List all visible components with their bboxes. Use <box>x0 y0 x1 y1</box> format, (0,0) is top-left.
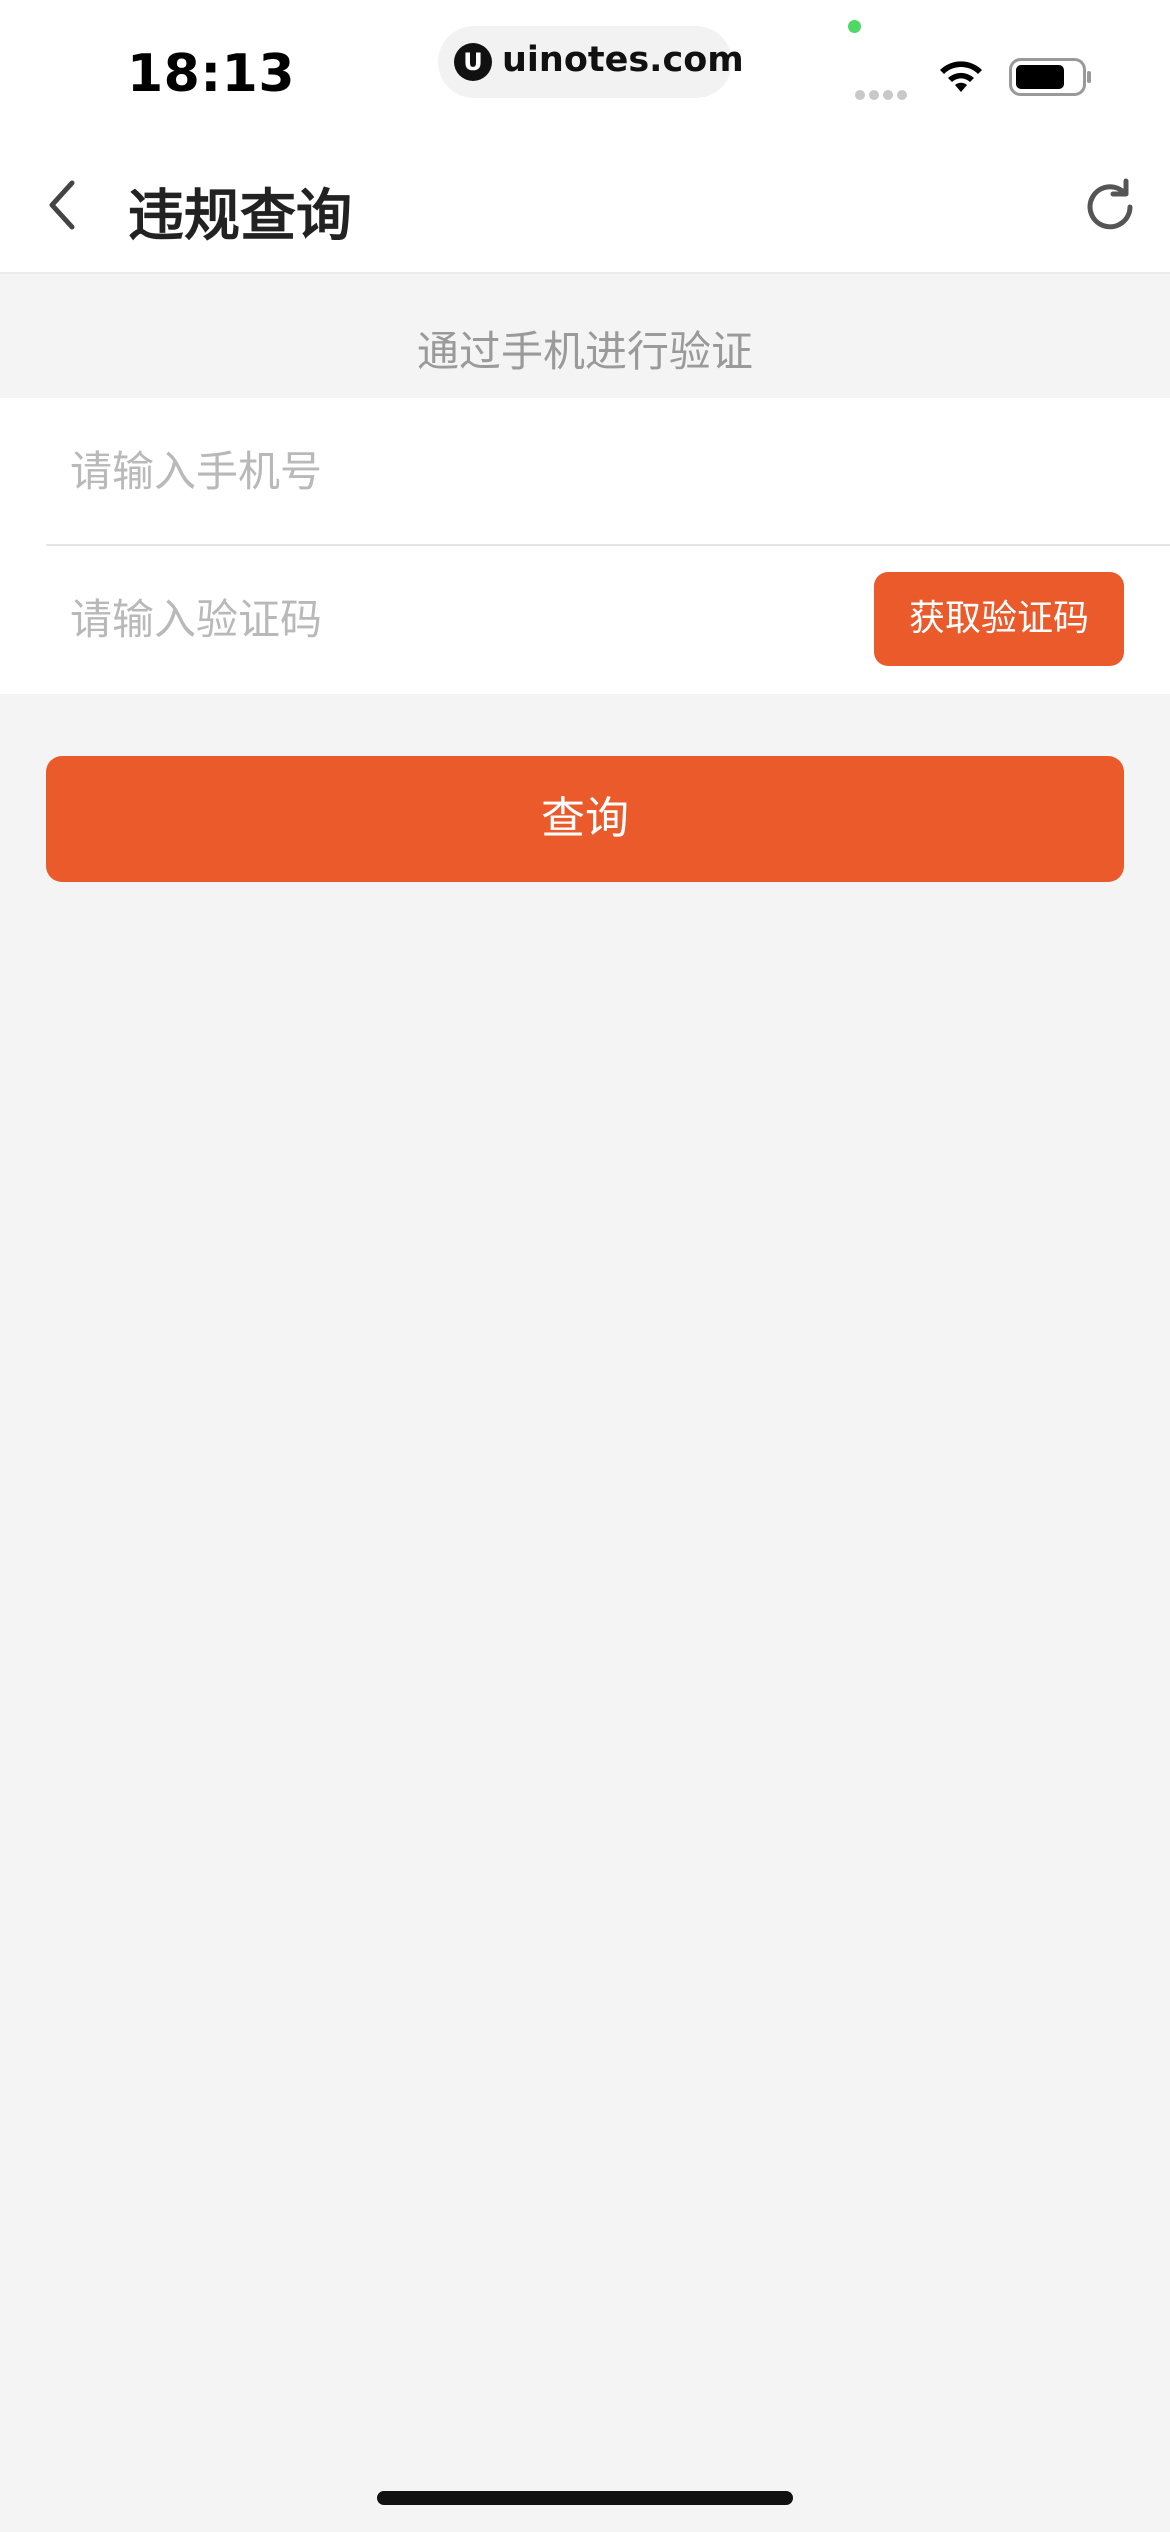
site-logo-icon: U <box>454 43 492 81</box>
home-indicator[interactable] <box>377 2491 793 2505</box>
get-code-button[interactable]: 获取验证码 <box>874 572 1124 666</box>
phone-row <box>46 398 1170 546</box>
phone-input[interactable] <box>70 436 830 506</box>
url-text: uinotes.com <box>502 40 744 80</box>
chevron-left-icon[interactable] <box>40 177 90 233</box>
nav-bar: 违规查询 <box>0 135 1170 274</box>
wifi-icon <box>940 61 982 92</box>
status-time: 18:13 <box>127 44 296 104</box>
query-button[interactable]: 查询 <box>46 756 1124 882</box>
page-title: 违规查询 <box>128 184 352 249</box>
code-row: 获取验证码 <box>46 546 1170 692</box>
verification-form: 获取验证码 <box>0 398 1170 694</box>
url-pill[interactable]: U uinotes.com <box>438 26 744 98</box>
status-bar: 18:13 U uinotes.com <box>0 0 1170 135</box>
battery-icon <box>1009 58 1091 96</box>
signal-icon <box>855 85 915 100</box>
green-dot-icon <box>848 20 861 33</box>
refresh-icon[interactable] <box>1080 177 1140 237</box>
verification-section-title: 通过手机进行验证 <box>416 327 753 376</box>
verification-code-input[interactable] <box>70 584 830 654</box>
